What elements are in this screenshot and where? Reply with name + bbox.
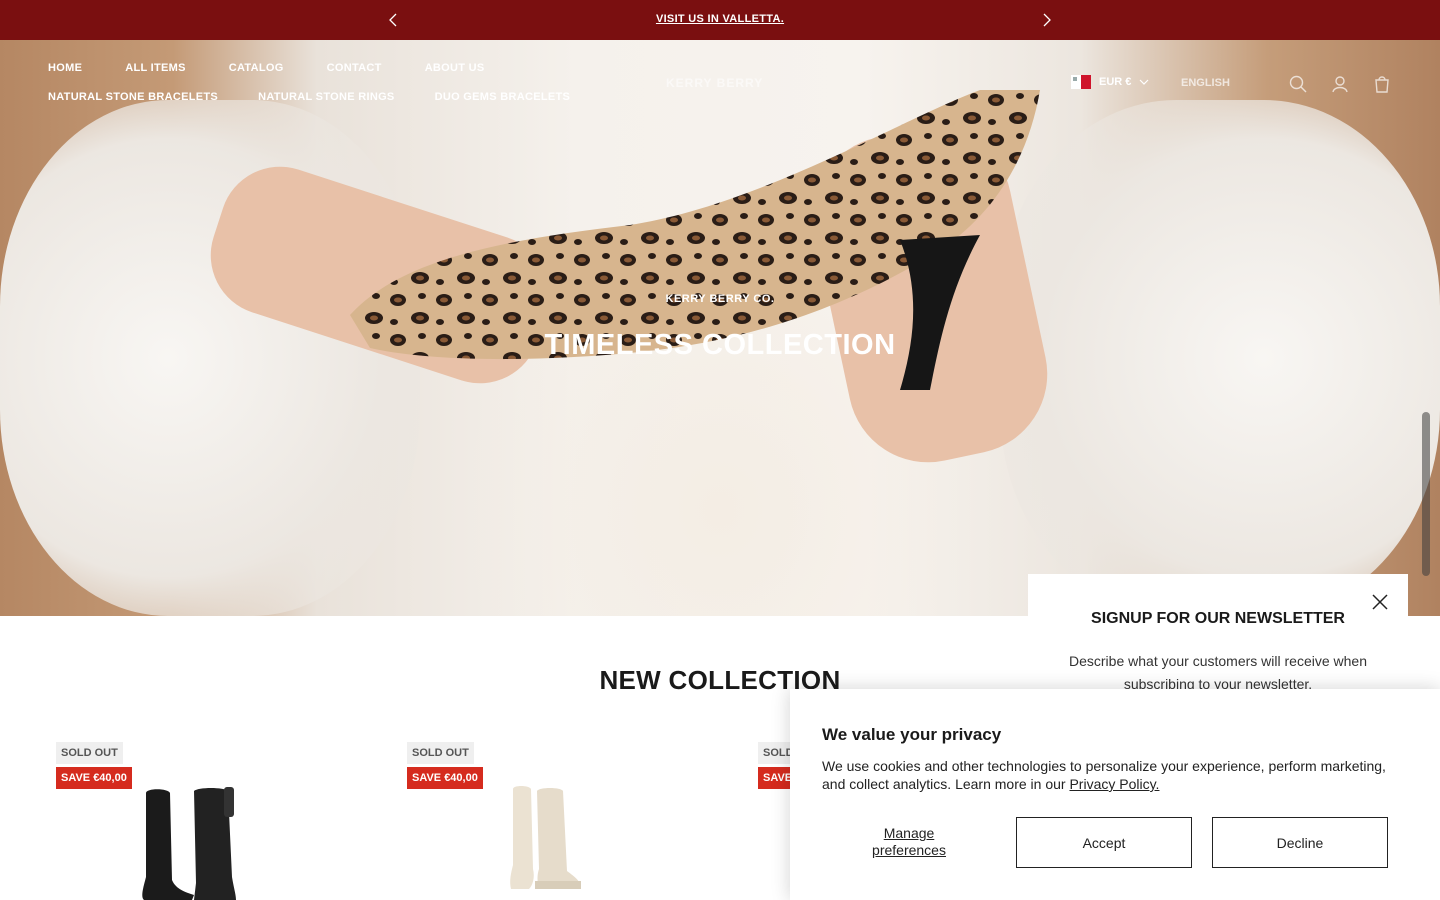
nav-link-natural-stone-rings[interactable]: NATURAL STONE RINGS (258, 91, 395, 103)
main-navigation: HOME ALL ITEMS CATALOG CONTACT ABOUT US (48, 62, 528, 74)
accept-button[interactable]: Accept (1016, 817, 1192, 868)
product-card[interactable]: SOLD OUT SAVE €40,00 (407, 742, 707, 900)
nav-link-all-items[interactable]: ALL ITEMS (125, 62, 186, 74)
nav-link-home[interactable]: HOME (48, 62, 82, 74)
sale-badge: SAVE €40,00 (407, 767, 483, 789)
cookie-title: We value your privacy (822, 725, 1002, 744)
privacy-policy-link[interactable]: Privacy Policy. (1069, 776, 1159, 792)
nav-link-contact[interactable]: CONTACT (327, 62, 382, 74)
decline-button[interactable]: Decline (1212, 817, 1388, 868)
malta-flag-icon (1071, 75, 1091, 89)
product-image-black-boot[interactable] (136, 785, 246, 900)
cart-icon[interactable] (1372, 74, 1392, 94)
currency-selector[interactable]: EUR € (1071, 75, 1149, 89)
nav-link-natural-stone-bracelets[interactable]: NATURAL STONE BRACELETS (48, 91, 218, 103)
account-icon[interactable] (1330, 74, 1350, 94)
chevron-down-icon (1139, 79, 1149, 85)
page-scrollbar[interactable] (1422, 412, 1430, 576)
cookie-description: We use cookies and other technologies to… (822, 757, 1402, 793)
store-logo[interactable]: KERRY BERRY (666, 76, 763, 90)
product-image-cream-boot[interactable] (507, 785, 587, 895)
nav-link-duo-gems-bracelets[interactable]: DUO GEMS BRACELETS (435, 91, 571, 103)
sale-badge: SAVE €40,00 (56, 767, 132, 789)
announcement-link[interactable]: VISIT US IN VALLETTA. (0, 13, 1440, 25)
hero-title: TIMELESS COLLECTION (544, 329, 896, 361)
currency-label: EUR € (1099, 76, 1132, 88)
announcement-bar: VISIT US IN VALLETTA. (0, 0, 1440, 40)
hero-banner: KERRY BERRY CO. TIMELESS COLLECTION (0, 40, 1440, 616)
sold-out-badge: SOLD OUT (56, 742, 123, 764)
product-card[interactable]: SOLD OUT SAVE €40,00 (56, 742, 356, 900)
hero-eyebrow: KERRY BERRY CO. (665, 293, 775, 305)
secondary-navigation: NATURAL STONE BRACELETS NATURAL STONE RI… (48, 91, 610, 103)
language-selector[interactable]: ENGLISH (1181, 77, 1230, 89)
cookie-consent-banner: We value your privacy We use cookies and… (790, 689, 1440, 900)
manage-preferences-link[interactable]: Manage preferences (850, 825, 968, 859)
nav-link-catalog[interactable]: CATALOG (229, 62, 284, 74)
sold-out-badge: SOLD OUT (407, 742, 474, 764)
newsletter-title: SIGNUP FOR OUR NEWSLETTER (1091, 610, 1345, 627)
close-icon[interactable] (1370, 592, 1390, 612)
search-icon[interactable] (1288, 74, 1308, 94)
nav-link-about-us[interactable]: ABOUT US (425, 62, 485, 74)
next-arrow-icon[interactable] (1037, 11, 1055, 29)
